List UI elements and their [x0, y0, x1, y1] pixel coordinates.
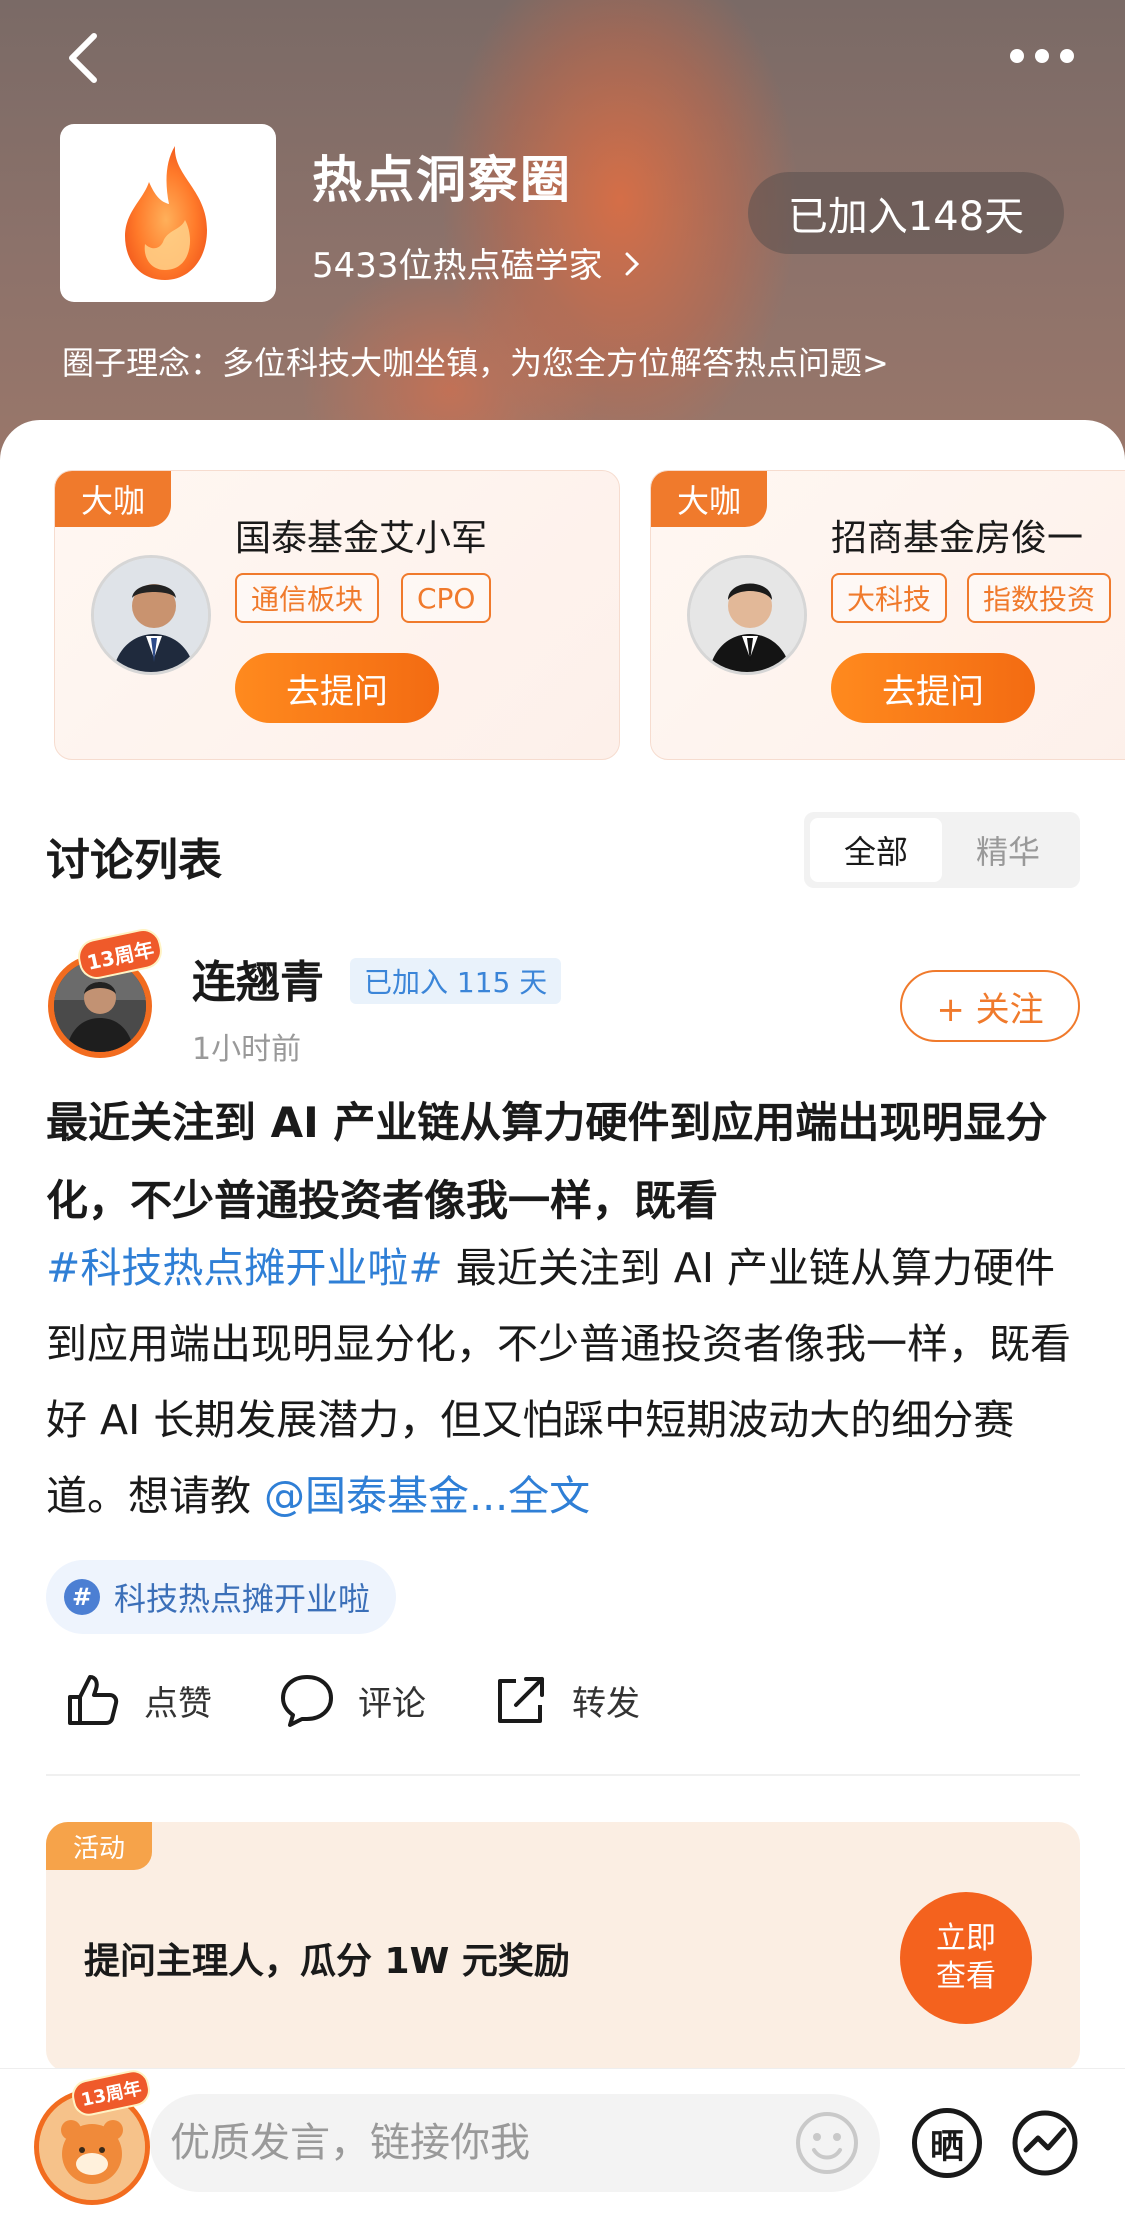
activity-text: 提问主理人，瓜分 1W 元奖励	[84, 1941, 570, 1982]
member-count-text: 5433位热点磕学家	[312, 246, 603, 286]
follow-button[interactable]: + 关注	[900, 970, 1080, 1042]
topic-chip-label: 科技热点摊开业啦	[114, 1580, 371, 1618]
author-joined-badge: 已加入 115 天	[350, 958, 562, 1004]
ask-question-button[interactable]: 去提问	[235, 653, 439, 723]
circle-logo	[60, 124, 276, 302]
joined-days-badge: 已加入148天	[748, 172, 1064, 254]
trend-icon[interactable]	[1010, 2108, 1080, 2178]
tab-all[interactable]: 全部	[810, 818, 942, 882]
comment-icon	[281, 1675, 333, 1727]
like-label: 点赞	[144, 1683, 212, 1724]
anniversary-badge: 13周年	[69, 2067, 153, 2119]
comment-input[interactable]	[150, 2094, 880, 2192]
discussion-tabs: 全部 精华	[804, 812, 1080, 888]
member-count-link[interactable]: 5433位热点磕学家	[312, 238, 643, 287]
back-icon[interactable]	[60, 28, 110, 88]
share-label: 转发	[572, 1683, 640, 1724]
share-button[interactable]: 转发	[492, 1668, 640, 1732]
author-name[interactable]: 连翘青	[192, 946, 324, 1010]
expert-topic-tag[interactable]: 指数投资	[967, 573, 1112, 623]
divider	[46, 1774, 1080, 1776]
anniversary-badge: 13周年	[74, 925, 166, 983]
post-title[interactable]: 最近关注到 AI 产业链从算力硬件到应用端出现明显分化，不少普通投资者像我一样，…	[46, 1084, 1086, 1240]
emoji-icon[interactable]	[794, 2110, 860, 2176]
circle-title: 热点洞察圈	[312, 151, 572, 209]
like-button[interactable]: 点赞	[64, 1668, 212, 1732]
expert-topic-tag[interactable]: 通信板块	[235, 573, 380, 623]
tab-featured[interactable]: 精华	[942, 818, 1074, 882]
post-time: 1小时前	[192, 1032, 302, 1067]
thumbs-up-icon	[68, 1675, 119, 1725]
hashtag-icon: #	[64, 1579, 100, 1615]
expert-name: 招商基金房俊一	[831, 518, 1084, 559]
full-text-link[interactable]: 全文	[508, 1472, 590, 1520]
activity-banner[interactable]: 活动 提问主理人，瓜分 1W 元奖励 立即查看	[46, 1822, 1080, 2072]
expert-topic-tag[interactable]: 大科技	[831, 573, 948, 623]
expert-card[interactable]: 大咖 招商基金房俊一 大科技 指数投资 去提问	[650, 470, 1125, 760]
view-now-button[interactable]: 立即查看	[900, 1892, 1032, 2024]
post-body[interactable]: #科技热点摊开业啦# 最近关注到 AI 产业链从算力硬件到应用端出现明显分化，不…	[46, 1230, 1086, 1534]
comment-button[interactable]: 评论	[278, 1668, 426, 1732]
comment-label: 评论	[358, 1683, 426, 1724]
activity-tag: 活动	[46, 1822, 152, 1870]
chevron-right-icon	[625, 252, 640, 276]
topic-chip[interactable]: # 科技热点摊开业啦	[46, 1560, 397, 1634]
ask-question-button[interactable]: 去提问	[831, 653, 1035, 723]
author-avatar[interactable]: 13周年	[34, 925, 166, 1066]
mention-link[interactable]: @国泰基金...	[264, 1472, 508, 1520]
discussion-list-title: 讨论列表	[46, 835, 222, 886]
post-hashtag-link[interactable]: #科技热点摊开业啦#	[46, 1244, 443, 1292]
expert-card[interactable]: 大咖 国泰基金艾小军 通信板块 CPO 去提问	[54, 470, 620, 760]
expert-topic-tag[interactable]: CPO	[401, 573, 492, 623]
more-icon[interactable]	[1010, 46, 1074, 66]
expert-name: 国泰基金艾小军	[235, 518, 488, 559]
avatar	[91, 555, 211, 675]
view-now-label: 立即查看	[936, 1921, 996, 1994]
expert-tag: 大咖	[651, 471, 767, 527]
flame-icon	[125, 146, 207, 280]
show-off-icon[interactable]: 晒	[912, 2108, 982, 2178]
share-icon	[498, 1677, 544, 1723]
circle-header: 热点洞察圈 5433位热点磕学家 已加入148天 圈子理念：多位科技大咖坐镇，为…	[0, 0, 1125, 470]
avatar	[687, 555, 807, 675]
expert-tag: 大咖	[55, 471, 171, 527]
circle-idea-link[interactable]: 圈子理念：多位科技大咖坐镇，为您全方位解答热点问题>	[62, 338, 889, 384]
